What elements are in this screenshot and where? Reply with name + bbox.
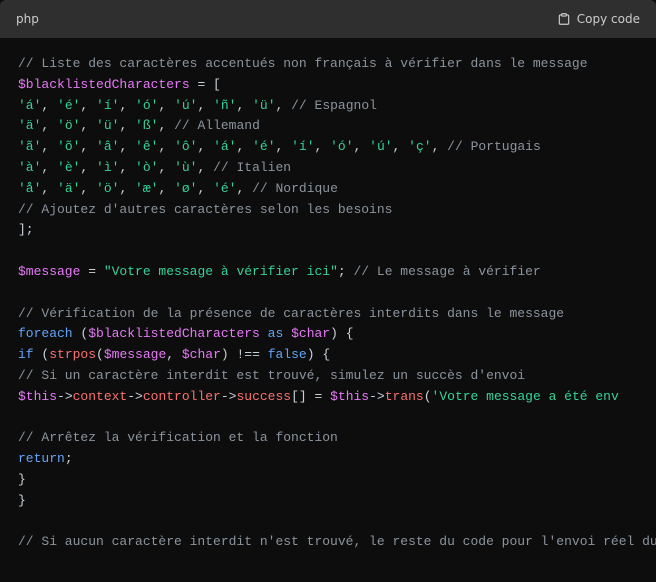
code-line: // Liste des caractères accentués non fr… bbox=[18, 54, 638, 75]
copy-code-button[interactable]: Copy code bbox=[557, 12, 640, 26]
clipboard-icon bbox=[557, 12, 571, 26]
code-content: // Liste des caractères accentués non fr… bbox=[0, 38, 656, 569]
code-block-container: php Copy code // Liste des caractères ac… bbox=[0, 0, 656, 569]
code-header: php Copy code bbox=[0, 0, 656, 38]
language-label: php bbox=[16, 12, 39, 26]
copy-label: Copy code bbox=[577, 12, 640, 26]
